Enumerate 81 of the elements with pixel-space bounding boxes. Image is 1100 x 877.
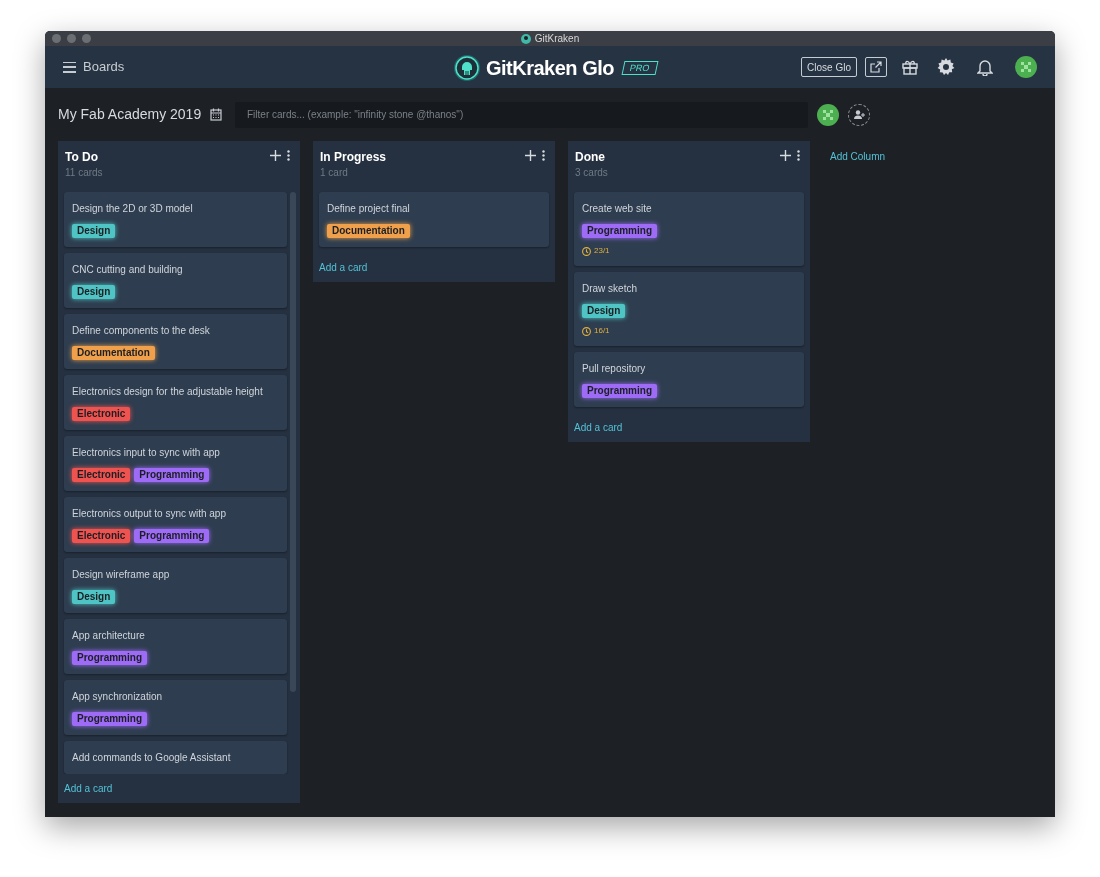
card-title: Add commands to Google Assistant [72, 751, 232, 765]
calendar-icon[interactable] [210, 108, 222, 121]
clock-icon [582, 246, 591, 256]
card-label: Electronic [72, 407, 131, 421]
add-icon[interactable] [780, 150, 791, 161]
app-icon [520, 33, 531, 44]
close-glo-button[interactable]: Close Glo [801, 57, 857, 77]
more-options-icon[interactable] [287, 150, 290, 161]
more-options-icon[interactable] [542, 150, 545, 161]
task-card[interactable]: Electronics output to sync with app Electronic Programming [64, 497, 287, 552]
board-title: My Fab Academy 2019 [58, 105, 203, 124]
user-avatar[interactable] [1015, 56, 1037, 78]
card-label: Electronic [72, 529, 131, 543]
card-label: Programming [582, 384, 657, 398]
logo-text: GitKraken Glo [486, 56, 614, 81]
card-title: Pull repository [582, 362, 647, 376]
clock-icon [582, 326, 591, 336]
task-card[interactable]: CNC cutting and building Design [64, 253, 287, 308]
task-card[interactable]: Draw sketch Design 16/1 [574, 272, 804, 346]
task-card[interactable]: Electronics design for the adjustable height Electronic [64, 375, 287, 430]
card-label: Design [72, 285, 116, 299]
column-title: To Do [65, 150, 100, 164]
task-card[interactable]: Pull repository Programming [574, 352, 804, 407]
add-icon[interactable] [270, 150, 281, 161]
pro-badge: PRO [621, 61, 658, 75]
add-card-link[interactable]: Add a card [313, 247, 555, 282]
card-label: Design [582, 304, 626, 318]
due-date: 23/1 [594, 245, 610, 257]
notification-bell-icon[interactable] [977, 58, 993, 76]
card-title: Electronics output to sync with app [72, 507, 227, 521]
task-card[interactable]: Design wireframe app Design [64, 558, 287, 613]
due-date: 16/1 [594, 325, 610, 337]
add-user-icon [853, 110, 865, 119]
card-label: Programming [134, 529, 210, 543]
card-label: Documentation [327, 224, 410, 238]
member-avatar[interactable] [817, 103, 839, 126]
more-options-icon[interactable] [797, 150, 800, 161]
settings-icon[interactable] [937, 58, 955, 76]
task-card[interactable]: Define components to the desk Documentation [64, 314, 287, 369]
filter-cards-field[interactable]: Filter cards... (example: "infinity stone @thanos") [235, 101, 808, 128]
task-card[interactable]: App architecture Programming [64, 619, 287, 674]
task-card[interactable]: Create web site Programming 23/1 [574, 192, 804, 266]
card-title: App architecture [72, 629, 146, 643]
card-title: CNC cutting and building [72, 263, 184, 277]
external-link-icon [870, 61, 882, 73]
menu-icon[interactable] [63, 61, 76, 73]
card-label: Programming [72, 651, 147, 665]
card-title: Design the 2D or 3D model [72, 202, 194, 216]
card-count: 3 cards [575, 166, 608, 180]
boards-link[interactable]: Boards [83, 57, 125, 77]
task-card[interactable]: Design the 2D or 3D model Design [64, 192, 287, 247]
gift-icon[interactable] [901, 58, 919, 76]
add-icon[interactable] [525, 150, 536, 161]
card-title: Create web site [582, 202, 653, 216]
add-card-link[interactable]: Add a card [568, 407, 810, 442]
logo-icon [453, 54, 481, 82]
task-card[interactable]: Electronics input to sync with app Electronic Programming [64, 436, 287, 491]
card-label: Programming [72, 712, 147, 726]
card-title: Electronics input to sync with app [72, 446, 221, 460]
card-count: 1 card [320, 166, 349, 180]
card-title: Draw sketch [582, 282, 638, 296]
column-title: Done [575, 150, 606, 164]
window-title: GitKraken [534, 32, 580, 46]
task-card[interactable]: App synchronization Programming [64, 680, 287, 735]
card-count: 11 cards [65, 166, 103, 180]
card-label: Design [72, 590, 116, 604]
task-card[interactable]: Add commands to Google Assistant [64, 741, 287, 774]
card-title: Define project final [327, 202, 411, 216]
card-title: Electronics design for the adjustable height [72, 385, 264, 399]
card-label: Programming [582, 224, 657, 238]
card-label: Programming [134, 468, 210, 482]
card-label: Design [72, 224, 116, 238]
card-label: Electronic [72, 468, 131, 482]
column-title: In Progress [320, 150, 387, 164]
card-title: Design wireframe app [72, 568, 171, 582]
task-card[interactable]: Define project final Documentation [319, 192, 549, 247]
card-title: Define components to the desk [72, 324, 211, 338]
card-label: Documentation [72, 346, 155, 360]
add-column-link[interactable]: Add Column [830, 149, 886, 164]
open-external-button[interactable] [865, 57, 887, 77]
card-title: App synchronization [72, 690, 164, 704]
